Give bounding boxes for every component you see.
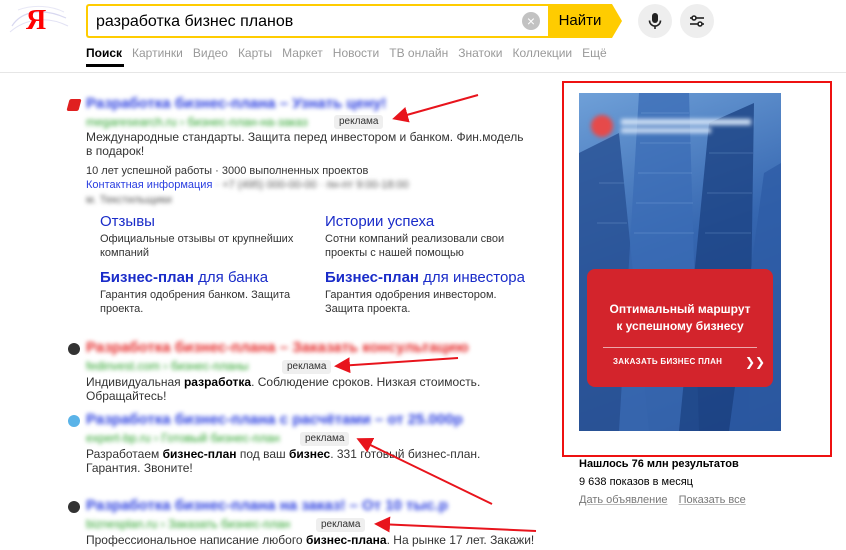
place-ad-link[interactable]: Дать объявление — [579, 494, 668, 506]
result-url[interactable]: fedinvest.com › бизнес-планы — [86, 359, 249, 374]
ad-banner[interactable]: Оптимальный маршрут к успешному бизнесу … — [579, 93, 781, 431]
yandex-logo[interactable]: Я — [0, 2, 74, 40]
snippet-bold: бизнес-плана — [305, 533, 387, 547]
site-favicon-icon — [68, 343, 80, 355]
sitelink-bank-plan[interactable]: Бизнес-план для банка Гарантия одобрения… — [100, 270, 310, 316]
result-title[interactable]: Разработка бизнес-плана – Заказать консу… — [86, 340, 469, 355]
result-extra: 10 лет успешной работы · 3000 выполненны… — [86, 165, 369, 177]
ad-badge: реклама — [316, 518, 366, 532]
banner-title: Оптимальный маршрут к успешному бизнесу — [587, 301, 773, 335]
snippet-text: Индивидуальная — [86, 375, 184, 389]
search-button-arrow[interactable] — [612, 4, 622, 38]
ad-result-3: Разработка бизнес-плана с расчётами – от… — [68, 412, 538, 478]
tab-images[interactable]: Картинки — [132, 46, 183, 66]
results-count: Нашлось 76 млн результатов — [579, 458, 739, 470]
sitelink-title-rest: для инвестора — [419, 269, 525, 286]
sitelink-desc: Официальные отзывы от крупнейших компани… — [100, 233, 294, 259]
search-tabs: Поиск Картинки Видео Карты Маркет Новост… — [86, 46, 617, 66]
tab-search[interactable]: Поиск — [86, 46, 122, 66]
snippet-text: Профессиональное написание любого — [86, 533, 306, 547]
banner-logo-icon — [591, 115, 613, 137]
sitelink-investor-plan[interactable]: Бизнес-план для инвестора Гарантия одобр… — [325, 270, 535, 316]
sitelink-title-rest: для банка — [194, 269, 269, 286]
snippet-bold: бизнес-план — [162, 447, 237, 461]
sitelink-success-stories[interactable]: Истории успеха Сотни компаний реализовал… — [325, 214, 535, 260]
tab-collections[interactable]: Коллекции — [513, 46, 573, 66]
address-line: м. Текстильщики — [86, 194, 172, 206]
ad-result-1: Разработка бизнес-плана – Узнать цену! m… — [66, 96, 538, 326]
result-title[interactable]: Разработка бизнес-плана с расчётами – от… — [86, 412, 463, 427]
voice-search-button[interactable] — [638, 4, 672, 38]
sliders-icon — [690, 15, 704, 27]
ad-badge: реклама — [282, 360, 332, 374]
microphone-icon — [648, 13, 662, 29]
sitelink-desc: Сотни компаний реализовали свои проекты … — [325, 233, 505, 259]
banner-logo-subtext — [621, 128, 711, 133]
banner-logo — [591, 115, 761, 137]
ad-result-2: Разработка бизнес-плана – Заказать консу… — [68, 340, 538, 403]
snippet-text: . На рынке 17 лет. Закажи! — [386, 533, 535, 547]
ad-badge: реклама — [300, 432, 350, 446]
snippet-bold: разработка — [183, 375, 252, 389]
snippet-text: Разработаем — [86, 447, 163, 461]
banner-divider — [603, 347, 757, 348]
sitelink-title-bold: Бизнес-план — [100, 269, 194, 286]
sitelink-desc: Гарантия одобрения банком. Защита проект… — [100, 289, 291, 315]
ad-result-4: Разработка бизнес-плана на заказ! – От 1… — [68, 498, 538, 550]
sitelink-title-bold: Бизнес-план — [325, 269, 419, 286]
ad-badge: реклама — [334, 115, 384, 129]
site-favicon-icon — [68, 501, 80, 513]
sitelink-reviews[interactable]: Отзывы Официальные отзывы от крупнейших … — [100, 214, 310, 260]
search-button[interactable]: Найти — [548, 4, 612, 38]
result-url[interactable]: megaresearch.ru › бизнес-план-на-заказ — [86, 115, 308, 130]
banner-logo-text — [621, 119, 751, 125]
double-chevron-icon: ❯❯ — [745, 355, 766, 369]
ad-links: Дать объявление Показать все — [579, 494, 754, 506]
header-divider — [0, 72, 846, 73]
search-box[interactable]: × — [86, 4, 548, 38]
banner-title-line: Оптимальный маршрут — [609, 302, 751, 316]
show-all-link[interactable]: Показать все — [679, 494, 746, 506]
tab-market[interactable]: Маркет — [282, 46, 323, 66]
tab-video[interactable]: Видео — [193, 46, 228, 66]
site-favicon-icon — [66, 99, 82, 111]
result-title[interactable]: Разработка бизнес-плана – Узнать цену! — [86, 96, 386, 111]
tab-experts[interactable]: Знатоки — [458, 46, 502, 66]
active-tab-indicator — [86, 64, 124, 67]
sitelink-title[interactable]: Истории успеха — [325, 214, 535, 229]
snippet-bold: бизнес — [289, 447, 331, 461]
monthly-impressions: 9 638 показов в месяц — [579, 476, 693, 488]
tab-more[interactable]: Ещё — [582, 46, 607, 66]
sitelink-title[interactable]: Бизнес-план для банка — [100, 270, 310, 285]
result-snippet: Профессиональное написание любого бизнес… — [86, 533, 556, 547]
search-input[interactable] — [96, 11, 516, 33]
tab-tv[interactable]: ТВ онлайн — [389, 46, 448, 66]
contact-link[interactable]: Контактная информация — [86, 179, 212, 191]
banner-card[interactable]: Оптимальный маршрут к успешному бизнесу … — [587, 269, 773, 387]
banner-order-button[interactable]: ЗАКАЗАТЬ БИЗНЕС ПЛАН — [613, 357, 722, 366]
site-favicon-icon — [68, 415, 80, 427]
result-snippet: Разработаем бизнес-план под ваш бизнес. … — [86, 447, 486, 475]
tab-news[interactable]: Новости — [333, 46, 379, 66]
contact-details: · +7 (495) 000-00-00 · пн-пт 9:00-18:00 — [215, 179, 409, 191]
result-snippet: Индивидуальная разработка. Соблюдение ср… — [86, 375, 556, 403]
sitelink-title[interactable]: Бизнес-план для инвестора — [325, 270, 535, 285]
tab-maps[interactable]: Карты — [238, 46, 272, 66]
sitelink-title[interactable]: Отзывы — [100, 214, 310, 229]
result-url[interactable]: expert-bp.ru › Готовый бизнес-план — [86, 431, 280, 446]
banner-title-line: к успешному бизнесу — [616, 319, 744, 333]
sitelink-desc: Гарантия одобрения инвестором. Защита пр… — [325, 289, 497, 315]
result-url[interactable]: biznesplan.ru › Заказать бизнес-план — [86, 517, 290, 532]
search-settings-button[interactable] — [680, 4, 714, 38]
snippet-text: под ваш — [236, 447, 290, 461]
contact-line: Контактная информация · +7 (495) 000-00-… — [86, 178, 409, 193]
result-title[interactable]: Разработка бизнес-плана на заказ! – От 1… — [86, 498, 448, 513]
logo-letter: Я — [26, 5, 47, 36]
result-snippet: Международные стандарты. Защита перед ин… — [86, 130, 524, 158]
clear-icon[interactable]: × — [522, 12, 540, 30]
